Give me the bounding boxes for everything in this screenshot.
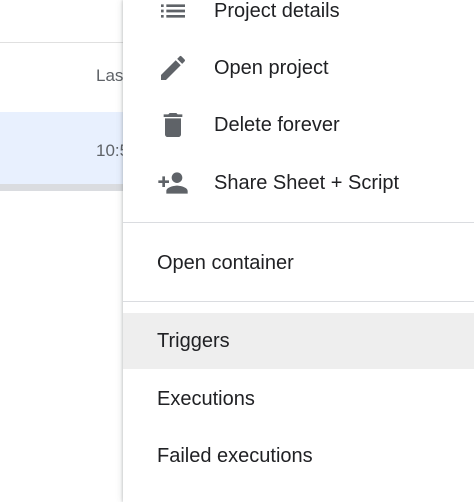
menu-item-failed-executions[interactable]: Failed executions: [123, 428, 474, 484]
menu-item-share-sheet-script[interactable]: Share Sheet + Script: [123, 155, 474, 211]
menu-item-label: Open container: [157, 251, 294, 274]
menu-item-label: Open project: [214, 56, 329, 79]
menu-divider: [123, 301, 474, 302]
scrollbar-track: [0, 184, 140, 191]
menu-item-executions[interactable]: Executions: [123, 371, 474, 427]
trash-icon: [157, 109, 189, 141]
menu-item-label: Project details: [214, 0, 340, 22]
column-header-last-modified[interactable]: Las: [96, 66, 123, 86]
pencil-icon: [157, 52, 189, 84]
menu-item-label: Share Sheet + Script: [214, 171, 400, 194]
menu-item-label: Executions: [157, 387, 255, 410]
person-add-icon: [157, 167, 189, 199]
header-divider: [0, 42, 140, 43]
list-icon: [157, 0, 189, 27]
menu-item-label: Triggers: [157, 329, 230, 352]
menu-item-delete-forever[interactable]: Delete forever: [123, 97, 474, 153]
menu-item-project-details[interactable]: Project details: [123, 0, 474, 39]
project-context-menu: Project details Open project Delete fore…: [123, 0, 474, 502]
menu-item-open-project[interactable]: Open project: [123, 40, 474, 96]
menu-item-open-container[interactable]: Open container: [123, 235, 474, 291]
menu-item-label: Failed executions: [157, 444, 313, 467]
menu-divider: [123, 222, 474, 223]
menu-item-label: Delete forever: [214, 113, 340, 136]
menu-item-triggers[interactable]: Triggers: [123, 313, 474, 369]
